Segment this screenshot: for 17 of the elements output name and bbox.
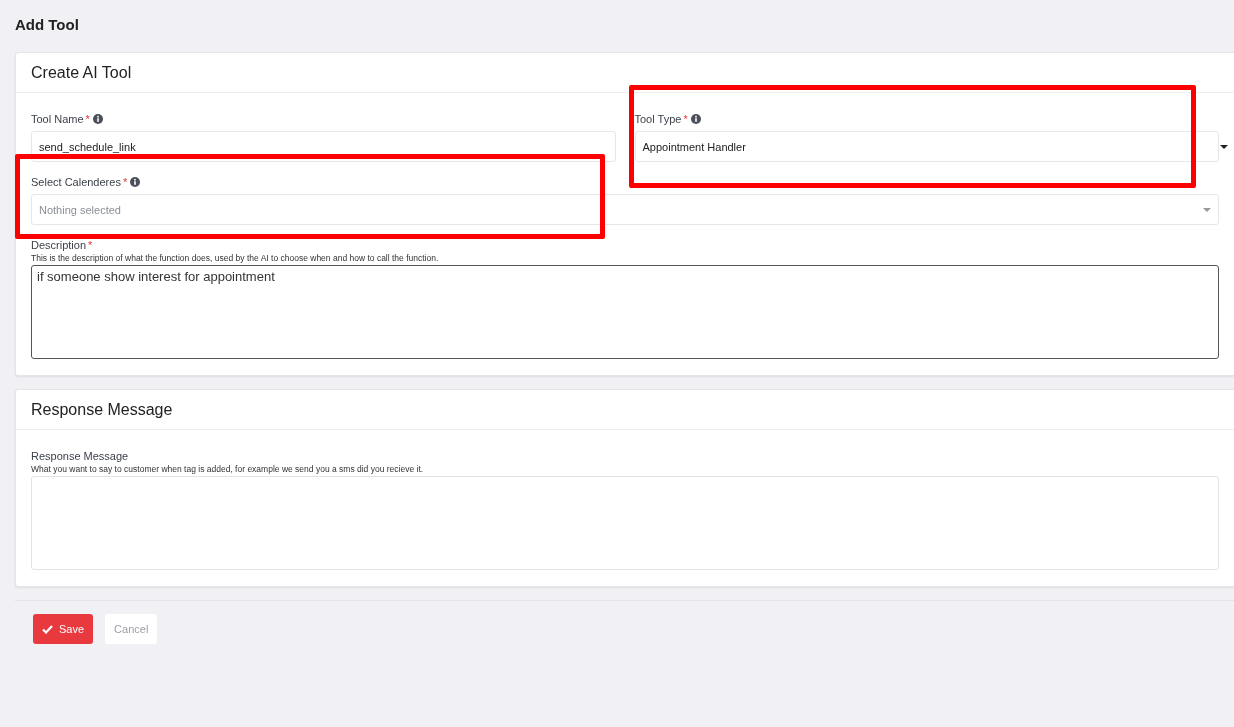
help-text: What you want to say to customer when tag is added, for example we send you a sms did you recieve it. (31, 464, 425, 474)
caret-icon (1203, 207, 1211, 212)
field-label: Response Message (31, 450, 129, 462)
card-title: Create AI Tool (16, 53, 1234, 93)
field-label: Tool Type * (634, 113, 701, 125)
field-label: Tool Name * (31, 113, 103, 125)
card-title: Response Message (16, 390, 1234, 430)
help-text: This is the description of what the function does, used by the AI to choose when and how to call the function. (31, 253, 440, 263)
textarea-field[interactable]: if someone show interest for appointment (31, 265, 1219, 359)
caret-icon (1220, 144, 1228, 149)
textarea-field[interactable] (31, 476, 1219, 570)
dropdown-select[interactable]: Nothing selected (31, 194, 1219, 225)
field-label: Description * (31, 239, 93, 251)
field-label: Select Calenderes * (31, 176, 141, 188)
save-button[interactable]: Save (33, 614, 94, 644)
checkmark-icon (42, 624, 53, 634)
page-title: Add Tool (14, 15, 80, 35)
